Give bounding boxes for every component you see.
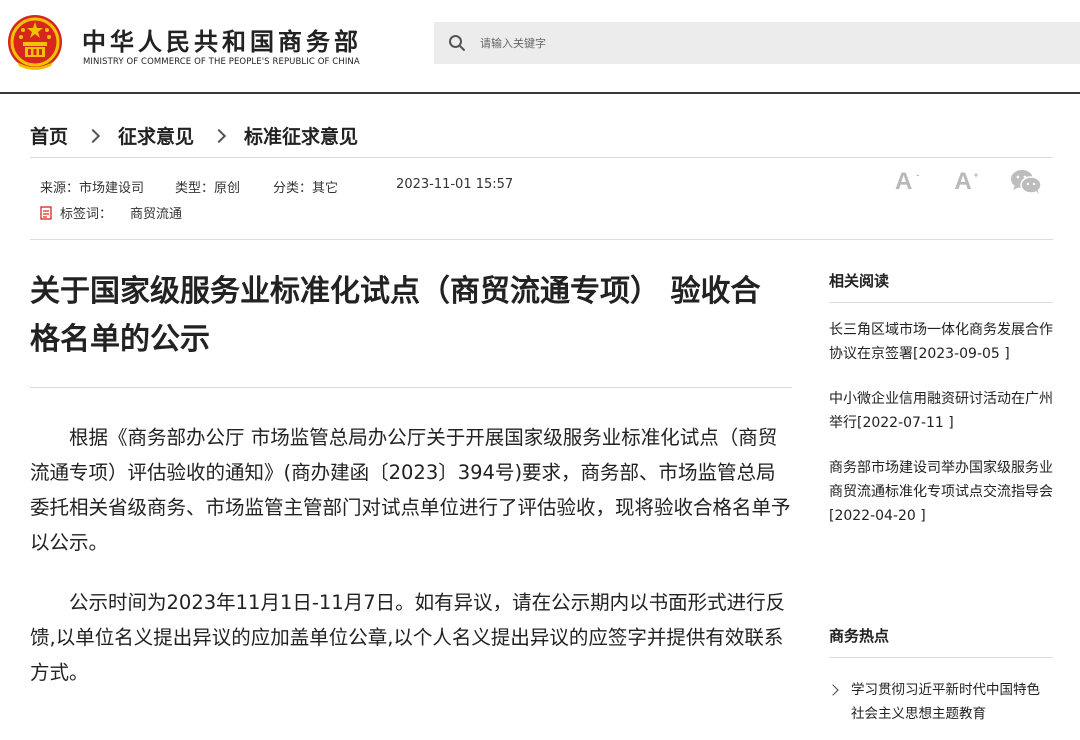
tag-link[interactable]: 商贸流通 xyxy=(130,203,182,222)
breadcrumb: 首页 征求意见 标准征求意见 xyxy=(30,122,358,149)
divider xyxy=(829,302,1053,303)
article-tags: 标签词： 商贸流通 xyxy=(40,203,182,222)
divider xyxy=(829,657,1053,658)
breadcrumb-standards-consultation[interactable]: 标准征求意见 xyxy=(244,122,358,149)
hot-topics-panel: 商务热点 学习贯彻习近平新时代中国特色社会主义思想主题教育 xyxy=(827,625,1053,726)
hot-topics-heading: 商务热点 xyxy=(829,627,890,645)
related-item[interactable]: 长三角区域市场一体化商务发展合作协议在京签署[2023-09-05 ] xyxy=(829,318,1053,366)
site-name-cn: 中华人民共和国商务部 xyxy=(82,28,362,56)
related-item[interactable]: 商务部市场建设司举办国家级服务业商贸流通标准化专项试点交流指导会[2022-04… xyxy=(829,456,1053,528)
related-reading-panel: 相关阅读 长三角区域市场一体化商务发展合作协议在京签署[2023-09-05 ]… xyxy=(829,270,1053,528)
document-tag-icon xyxy=(40,205,52,220)
chevron-right-icon xyxy=(85,128,101,143)
breadcrumb-consultation[interactable]: 征求意见 xyxy=(118,122,194,149)
article-paragraph: 公示时间为2023年11月1日-11月7日。如有异议，请在公示期内以书面形式进行… xyxy=(30,591,786,684)
article-body: 根据《商务部办公厅 市场监管总局办公厅关于开展国家级服务业标准化试点（商贸流通专… xyxy=(30,420,794,715)
font-larger-label: A xyxy=(954,168,972,195)
divider xyxy=(30,239,1053,240)
related-item[interactable]: 中小微企业信用融资研讨活动在广州举行[2022-07-11 ] xyxy=(829,387,1053,435)
site-header: 中华人民共和国商务部 MINISTRY OF COMMERCE OF THE P… xyxy=(0,0,1080,94)
meta-category: 分类：其它 xyxy=(273,181,339,196)
article-title: 关于国家级服务业标准化试点（商贸流通专项） 验收合格名单的公示 xyxy=(30,274,761,357)
site-name-en: MINISTRY OF COMMERCE OF THE PEOPLE'S REP… xyxy=(83,57,360,67)
related-reading-heading: 相关阅读 xyxy=(829,272,890,290)
font-smaller-button[interactable]: A- xyxy=(895,168,919,196)
meta-type: 类型：原创 xyxy=(175,181,241,196)
font-smaller-mark: - xyxy=(916,170,920,180)
search-input[interactable] xyxy=(480,22,1060,64)
meta-datetime: 2023-11-01 15:57 xyxy=(396,177,514,192)
font-larger-button[interactable]: A + xyxy=(954,168,978,196)
wechat-share-icon[interactable] xyxy=(1010,169,1042,195)
article-tools: A- A + xyxy=(895,168,1042,196)
search-icon[interactable] xyxy=(448,34,466,52)
article-paragraph: 根据《商务部办公厅 市场监管总局办公厅关于开展国家级服务业标准化试点（商贸流通专… xyxy=(30,426,791,554)
font-larger-mark: + xyxy=(973,170,979,180)
hot-topic-label: 学习贯彻习近平新时代中国特色社会主义思想主题教育 xyxy=(851,682,1040,722)
chevron-right-icon xyxy=(827,684,839,696)
search-box xyxy=(434,22,1080,64)
font-smaller-label: A xyxy=(895,168,913,195)
chevron-right-icon xyxy=(211,128,227,143)
tags-label: 标签词： xyxy=(60,207,113,222)
meta-source: 来源：市场建设司 xyxy=(40,181,145,196)
divider xyxy=(30,387,792,388)
breadcrumb-home[interactable]: 首页 xyxy=(30,122,68,149)
article-meta: 来源：市场建设司 类型：原创 分类：其它 2023-11-01 15:57 xyxy=(40,177,513,196)
hot-topic-item[interactable]: 学习贯彻习近平新时代中国特色社会主义思想主题教育 xyxy=(827,678,1053,726)
divider xyxy=(30,157,1053,158)
national-emblem-icon[interactable] xyxy=(7,14,63,72)
